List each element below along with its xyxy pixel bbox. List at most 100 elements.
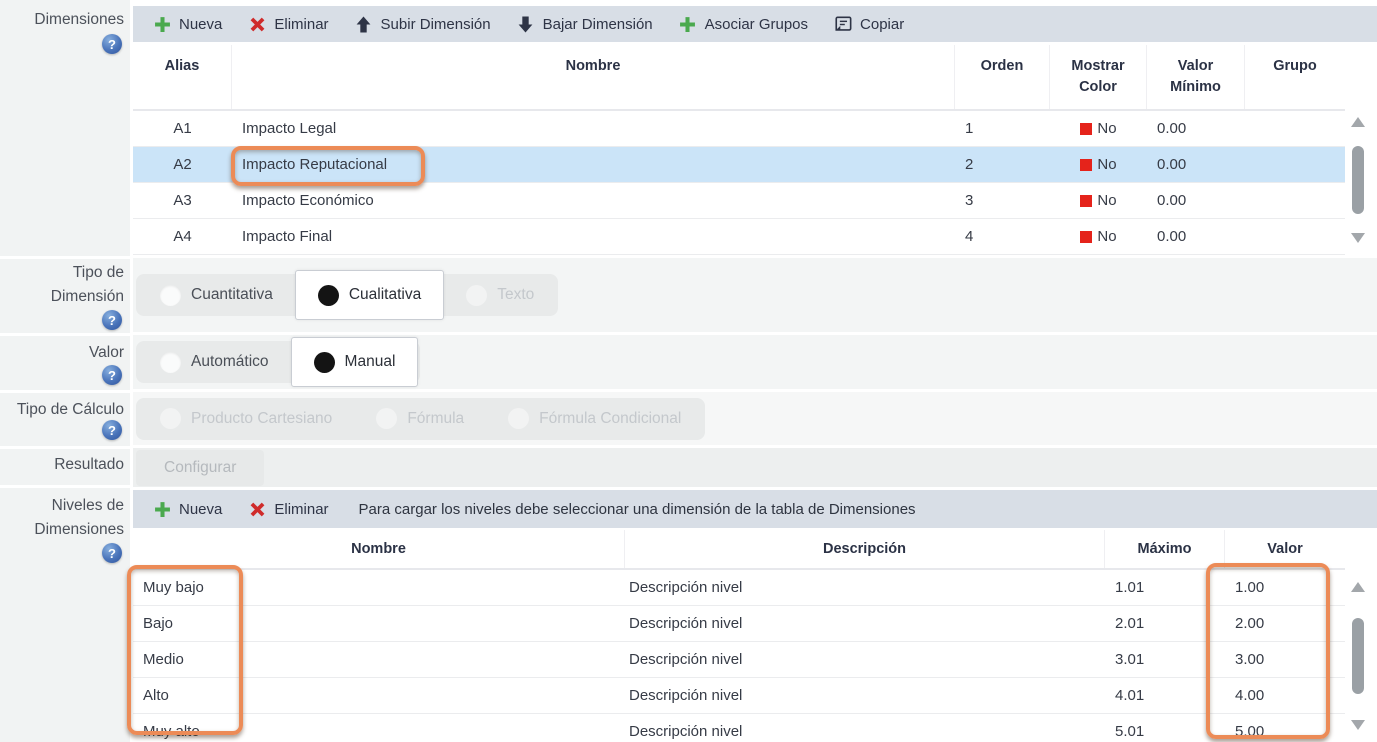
cell-mostrar-color: No: [1050, 147, 1147, 182]
delete-level-button[interactable]: Eliminar: [238, 494, 338, 524]
radio-label: Automático: [191, 353, 269, 371]
move-dimension-down-button[interactable]: Bajar Dimensión: [507, 9, 663, 39]
level-row-muy-alto[interactable]: Muy alto Descripción nivel 5.01 5.00: [133, 714, 1345, 742]
radio-formula-condicional-disabled: Fórmula Condicional: [486, 398, 703, 440]
scroll-up-arrow[interactable]: [1351, 582, 1365, 592]
level-row-alto[interactable]: Alto Descripción nivel 4.01 4.00: [133, 678, 1345, 714]
table-row-a2-selected[interactable]: A2 Impacto Reputacional 2 No 0.00: [133, 147, 1345, 183]
cell-grupo: [1245, 183, 1345, 218]
help-icon[interactable]: ?: [102, 543, 122, 563]
table-row-a4[interactable]: A4 Impacto Final 4 No 0.00: [133, 219, 1345, 255]
radio-cuantitativa[interactable]: Cuantitativa: [138, 274, 295, 316]
radio-label: Cualitativa: [349, 286, 421, 304]
radio-label: Fórmula: [407, 410, 464, 428]
tipo-dimension-section: Cuantitativa Cualitativa Texto: [133, 258, 1377, 332]
color-swatch: [1080, 231, 1092, 243]
new-level-button[interactable]: Nueva: [143, 494, 232, 524]
radio-automatico[interactable]: Automático: [138, 341, 291, 383]
cell-mostrar-color: No: [1050, 219, 1147, 254]
cell-descripcion: Descripción nivel: [625, 678, 1105, 713]
arrow-down-icon: [517, 15, 535, 33]
cell-nombre: Muy bajo: [133, 570, 625, 605]
tipo-dimension-radio-group: Cuantitativa Cualitativa Texto: [136, 274, 558, 316]
arrow-up-icon: [355, 15, 373, 33]
plus-icon: [679, 15, 697, 33]
section-label-niveles: Niveles de Dimensiones: [14, 494, 124, 542]
move-dimension-up-button[interactable]: Subir Dimensión: [345, 9, 501, 39]
radio-cualitativa-selected[interactable]: Cualitativa: [295, 270, 444, 320]
scroll-up-arrow[interactable]: [1351, 117, 1365, 127]
radio-manual-selected[interactable]: Manual: [291, 337, 419, 387]
table-row-a1[interactable]: A1 Impacto Legal 1 No 0.00: [133, 111, 1345, 147]
cell-descripcion: Descripción nivel: [625, 606, 1105, 641]
delete-dimension-button[interactable]: Eliminar: [238, 9, 338, 39]
cell-nombre: Alto: [133, 678, 625, 713]
tipo-calculo-section: Producto Cartesiano Fórmula Fórmula Cond…: [133, 392, 1377, 445]
radio-label: Texto: [497, 286, 534, 304]
scrollbar-thumb[interactable]: [1352, 618, 1364, 694]
section-divider: [0, 485, 130, 488]
new-dimension-button[interactable]: Nueva: [143, 9, 232, 39]
cell-nombre: Impacto Reputacional: [232, 147, 955, 182]
cell-maximo: 3.01: [1105, 642, 1225, 677]
question-mark-icon: ?: [102, 543, 122, 563]
button-label: Nueva: [179, 16, 222, 33]
cell-maximo: 5.01: [1105, 714, 1225, 742]
radio-circle-icon: [160, 408, 181, 429]
radio-circle-icon: [508, 408, 529, 429]
radio-formula-disabled: Fórmula: [354, 398, 486, 440]
vertical-scrollbar: [1351, 117, 1365, 243]
column-header-grupo: Grupo: [1245, 45, 1345, 109]
question-mark-icon: ?: [102, 365, 122, 385]
section-label-valor: Valor: [6, 341, 124, 365]
copy-icon: [834, 15, 852, 33]
level-row-muy-bajo[interactable]: Muy bajo Descripción nivel 1.01 1.00: [133, 570, 1345, 606]
help-icon[interactable]: ?: [102, 310, 122, 330]
help-icon[interactable]: ?: [102, 420, 122, 440]
cell-mostrar-color: No: [1050, 183, 1147, 218]
copy-button[interactable]: Copiar: [824, 9, 914, 39]
cell-nombre: Bajo: [133, 606, 625, 641]
column-header-orden: Orden: [955, 45, 1050, 109]
scroll-down-arrow[interactable]: [1351, 720, 1365, 730]
button-label: Eliminar: [274, 16, 328, 33]
cell-orden: 1: [955, 111, 1050, 146]
cell-valor-minimo: 0.00: [1147, 111, 1245, 146]
level-row-medio[interactable]: Medio Descripción nivel 3.01 3.00: [133, 642, 1345, 678]
cell-alias: A1: [133, 111, 232, 146]
cell-nombre: Impacto Final: [232, 219, 955, 254]
cell-valor-minimo: 0.00: [1147, 147, 1245, 182]
scrollbar-thumb[interactable]: [1352, 146, 1364, 214]
scroll-down-arrow[interactable]: [1351, 233, 1365, 243]
table-row-a3[interactable]: A3 Impacto Económico 3 No 0.00: [133, 183, 1345, 219]
cell-valor: 4.00: [1225, 678, 1345, 713]
cell-valor: 5.00: [1225, 714, 1345, 742]
radio-producto-cartesiano-disabled: Producto Cartesiano: [138, 398, 354, 440]
level-row-bajo[interactable]: Bajo Descripción nivel 2.01 2.00: [133, 606, 1345, 642]
cell-alias: A2: [133, 147, 232, 182]
section-label-dimensiones: Dimensiones: [6, 8, 124, 32]
cell-grupo: [1245, 111, 1345, 146]
radio-label: Fórmula Condicional: [539, 410, 681, 428]
cell-alias: A3: [133, 183, 232, 218]
cell-nombre: Muy alto: [133, 714, 625, 742]
help-icon[interactable]: ?: [102, 365, 122, 385]
dimensions-toolbar: Nueva Eliminar Subir Dimensión Bajar Dim…: [133, 6, 1377, 42]
cell-valor: 1.00: [1225, 570, 1345, 605]
button-label: Bajar Dimensión: [543, 16, 653, 33]
column-header-valor-minimo: Valor Mínimo: [1147, 45, 1245, 109]
dimensions-table-header: Alias Nombre Orden Mostrar Color Valor M…: [133, 45, 1345, 111]
associate-groups-button[interactable]: Asociar Grupos: [669, 9, 818, 39]
section-label-resultado: Resultado: [6, 453, 124, 477]
vertical-scrollbar: [1351, 582, 1365, 730]
button-label: Nueva: [179, 501, 222, 518]
radio-texto-disabled: Texto: [444, 274, 556, 316]
column-header-nombre: Nombre: [133, 530, 625, 568]
button-label: Copiar: [860, 16, 904, 33]
levels-table-header: Nombre Descripción Máximo Valor: [133, 530, 1345, 570]
radio-label: Manual: [345, 353, 396, 371]
help-icon[interactable]: ?: [102, 34, 122, 54]
cell-alias: A4: [133, 219, 232, 254]
cell-descripcion: Descripción nivel: [625, 714, 1105, 742]
question-mark-icon: ?: [102, 420, 122, 440]
